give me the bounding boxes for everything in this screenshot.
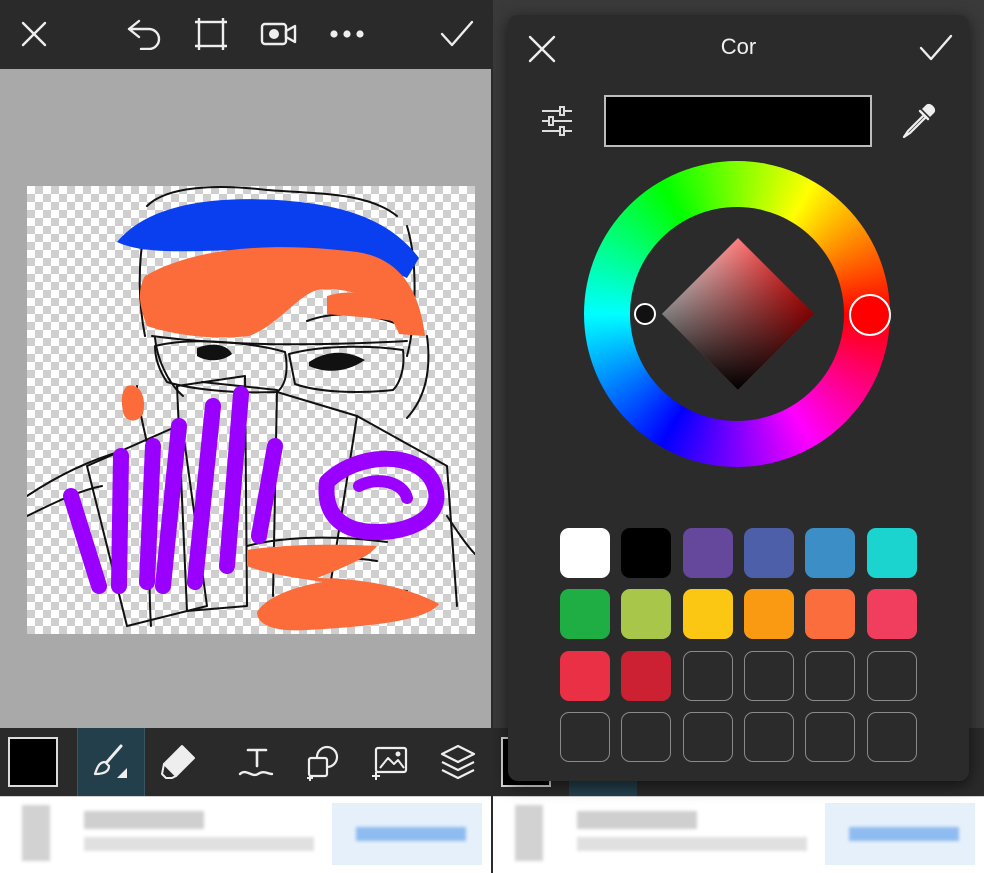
add-image-button[interactable] (360, 728, 420, 796)
empty-swatch[interactable] (682, 711, 733, 762)
ad-button[interactable] (825, 803, 975, 865)
confirm-icon[interactable] (437, 14, 477, 54)
empty-swatch[interactable] (682, 650, 733, 701)
canvas-area[interactable] (0, 69, 491, 728)
bottom-toolbar (0, 728, 491, 796)
current-color-preview[interactable] (604, 95, 872, 147)
color-swatch[interactable] (621, 528, 672, 578)
shape-icon (307, 745, 339, 781)
video-record-icon[interactable] (259, 14, 299, 54)
empty-swatch[interactable] (560, 711, 610, 762)
color-swatch[interactable] (743, 528, 794, 578)
eyedropper-icon[interactable] (900, 101, 938, 139)
ad-banner[interactable] (0, 796, 491, 873)
color-swatch[interactable] (805, 589, 856, 640)
color-picker-screen: Cor (493, 0, 984, 873)
drawing-artwork (26, 186, 476, 631)
drawing-canvas[interactable] (26, 186, 476, 634)
color-swatch[interactable] (560, 589, 610, 640)
dialog-title: Cor (720, 34, 757, 59)
ad-logo (515, 805, 543, 861)
color-swatch[interactable] (866, 589, 917, 640)
brush-icon (93, 744, 127, 778)
color-swatch[interactable] (866, 528, 917, 578)
empty-swatch[interactable] (621, 711, 672, 762)
color-swatch[interactable] (682, 589, 733, 640)
sliders-icon[interactable] (540, 106, 574, 136)
color-swatch[interactable] (682, 528, 733, 578)
color-swatch[interactable] (560, 650, 610, 701)
sv-handle[interactable] (634, 303, 656, 325)
empty-swatch[interactable] (743, 650, 794, 701)
layers-button[interactable] (428, 728, 488, 796)
color-dialog: Cor (508, 15, 969, 781)
ad-text (577, 811, 697, 829)
confirm-icon[interactable] (918, 33, 954, 65)
layers-icon (440, 744, 476, 780)
empty-swatch[interactable] (805, 650, 856, 701)
color-swatch[interactable] (805, 528, 856, 578)
color-swatch[interactable] (560, 528, 610, 578)
eraser-tool-button[interactable] (145, 728, 211, 796)
add-image-icon (372, 746, 408, 780)
ad-subtext (84, 837, 314, 851)
color-swatch[interactable] (621, 589, 672, 640)
undo-icon[interactable] (124, 14, 164, 54)
ad-subtext (577, 837, 807, 851)
ad-text (84, 811, 204, 829)
shape-tool-button[interactable] (293, 728, 353, 796)
empty-swatch[interactable] (866, 650, 917, 701)
eraser-icon (161, 745, 195, 779)
drawing-editor (0, 0, 491, 873)
ad-banner-right[interactable] (493, 796, 984, 873)
text-icon (238, 748, 274, 777)
current-color-swatch[interactable] (8, 737, 58, 787)
crop-icon[interactable] (191, 14, 231, 54)
more-icon[interactable] (327, 14, 367, 54)
empty-swatch[interactable] (805, 711, 856, 762)
brush-tool-button[interactable] (77, 728, 145, 796)
empty-swatch[interactable] (866, 711, 917, 762)
top-toolbar (0, 0, 491, 69)
ad-logo (22, 805, 50, 861)
color-swatch[interactable] (743, 589, 794, 640)
color-swatch[interactable] (621, 650, 672, 701)
ad-button[interactable] (332, 803, 482, 865)
close-icon[interactable] (14, 14, 54, 54)
text-tool-button[interactable] (226, 728, 286, 796)
empty-swatch[interactable] (743, 711, 794, 762)
saturation-value-picker[interactable] (662, 238, 814, 390)
hue-handle[interactable] (849, 294, 891, 336)
